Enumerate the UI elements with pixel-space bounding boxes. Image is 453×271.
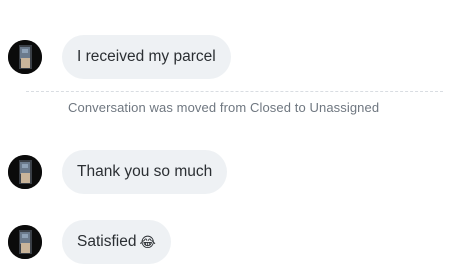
message-text: Satisfied xyxy=(77,233,137,250)
avatar-icon xyxy=(8,155,42,189)
message-bubble: I received my parcel xyxy=(62,35,231,79)
system-note-text: Conversation was moved from Closed to Un… xyxy=(68,100,380,115)
system-note: Conversation was moved from Closed to Un… xyxy=(26,90,443,120)
message-text: I received my parcel xyxy=(77,48,216,65)
divider xyxy=(26,91,443,92)
message-row: I received my parcel xyxy=(8,35,231,79)
avatar[interactable] xyxy=(8,40,42,74)
message-bubble: Thank you so much xyxy=(62,150,228,194)
message-row: Thank you so much xyxy=(8,150,228,194)
message-text: Thank you so much xyxy=(77,163,213,180)
avatar[interactable] xyxy=(8,225,42,259)
avatar-icon xyxy=(8,225,42,259)
message-row: Satisfied 😂 xyxy=(8,220,171,264)
laughing-emoji-icon: 😂 xyxy=(139,234,156,250)
message-bubble: Satisfied 😂 xyxy=(62,220,171,264)
conversation-thread: I received my parcel Conversation was mo… xyxy=(0,0,453,271)
avatar-icon xyxy=(8,40,42,74)
avatar[interactable] xyxy=(8,155,42,189)
